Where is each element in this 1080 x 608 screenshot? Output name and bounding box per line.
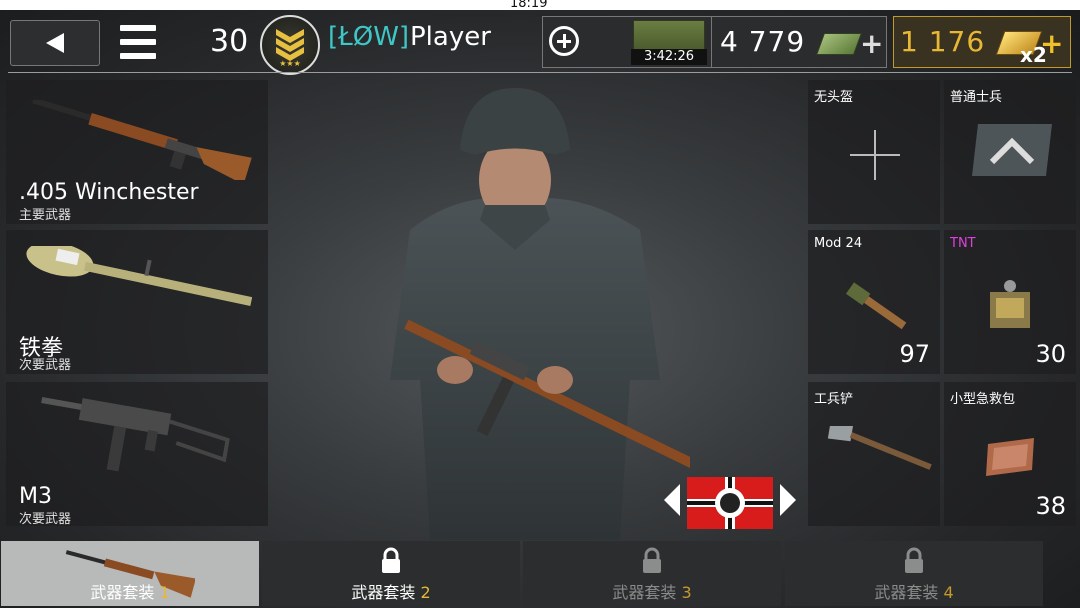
gold-value: 1 176 [900,25,986,58]
tab-loadout-2[interactable]: 武器套装 2 [262,541,520,606]
crate-icon [633,20,705,52]
smg-icon [41,397,230,472]
back-arrow-icon [46,33,64,53]
equipment-slot-helmet[interactable]: 无头盔 [808,80,940,224]
add-money-plus-icon[interactable]: + [860,27,883,60]
supply-crate-button[interactable]: 3:42:26 [542,16,714,68]
menu-icon [120,25,156,31]
next-faction-arrow-icon[interactable] [780,484,796,516]
equipment-label: Mod 24 [814,236,863,251]
equipment-count: 97 [899,340,930,368]
top-bar: 30 ★★★ [ŁØW] Player 3:42:26 4 779 + 1 17… [0,10,1080,75]
rank-patch-icon [972,124,1052,176]
lock-icon [643,547,661,573]
equipment-label: 工兵铲 [814,392,854,407]
equipment-slot-explosive[interactable]: TNT 30 [944,230,1076,374]
player-name[interactable]: Player [410,22,491,52]
tab-number: 4 [943,583,954,602]
weapon-type: 次要武器 [19,512,72,527]
tab-number: 3 [681,583,692,602]
equipment-slot-rank[interactable]: 普通士兵 [944,80,1076,224]
player-level: 30 [210,24,249,59]
equipment-label: 无头盔 [814,90,854,105]
shovel-icon [827,426,932,470]
equipment-label: 普通士兵 [950,90,1003,105]
empty-slot-plus-icon [850,130,900,180]
cash-icon [815,33,863,55]
weapon-type: 次要武器 [19,358,72,373]
panzerfaust-icon [26,246,252,306]
lock-icon [382,547,400,573]
medkit-icon [986,438,1034,476]
previous-faction-arrow-icon[interactable] [664,484,680,516]
tab-number: 1 [159,583,170,602]
tab-label: 武器套装 1 [90,583,170,602]
tab-loadout-1[interactable]: 武器套装 1 [1,541,259,606]
stick-grenade-icon [845,282,907,330]
equipment-slot-melee[interactable]: 工兵铲 [808,382,940,526]
header-divider [8,72,1072,73]
weapon-slot-primary[interactable]: .405 Winchester 主要武器 [6,80,268,224]
add-gold-plus-icon[interactable]: + [1040,27,1063,60]
equipment-label: TNT [950,236,976,251]
money-balance[interactable]: 4 779 + [711,16,887,68]
tab-number: 2 [420,583,431,602]
add-circle-icon [549,26,579,56]
tab-label: 武器套装 4 [874,583,954,602]
money-value: 4 779 [720,25,806,58]
tab-loadout-3[interactable]: 武器套装 3 [523,541,781,606]
gold-balance[interactable]: 1 176 x2 + [893,16,1071,68]
rank-badge-icon[interactable]: ★★★ [260,15,320,75]
equipment-count: 38 [1035,492,1066,520]
tab-label: 武器套装 3 [612,583,692,602]
lock-icon [905,547,923,573]
faction-flag-icon[interactable] [687,477,773,529]
rifle-icon [32,100,252,180]
tab-label: 武器套装 2 [351,583,431,602]
back-button[interactable] [10,20,100,66]
weapon-name: .405 Winchester [19,180,199,205]
weapon-type: 主要武器 [19,208,72,223]
weapon-slot-secondary-1[interactable]: 铁拳 次要武器 [6,230,268,374]
equipment-slot-grenade[interactable]: Mod 24 97 [808,230,940,374]
soldier-character[interactable] [350,80,690,540]
tab-loadout-4[interactable]: 武器套装 4 [785,541,1043,606]
status-bar: 18:19 [0,0,1080,11]
equipment-count: 30 [1035,340,1066,368]
weapon-name: M3 [19,484,52,509]
tnt-icon [990,280,1030,328]
menu-button[interactable] [118,22,158,62]
weapon-slot-secondary-2[interactable]: M3 次要武器 [6,382,268,527]
equipment-slot-medkit[interactable]: 小型急救包 38 [944,382,1076,526]
clan-tag[interactable]: [ŁØW] [328,22,409,52]
crate-timer: 3:42:26 [631,49,707,65]
svg-text:★★★: ★★★ [279,59,301,68]
equipment-label: 小型急救包 [950,392,1016,407]
